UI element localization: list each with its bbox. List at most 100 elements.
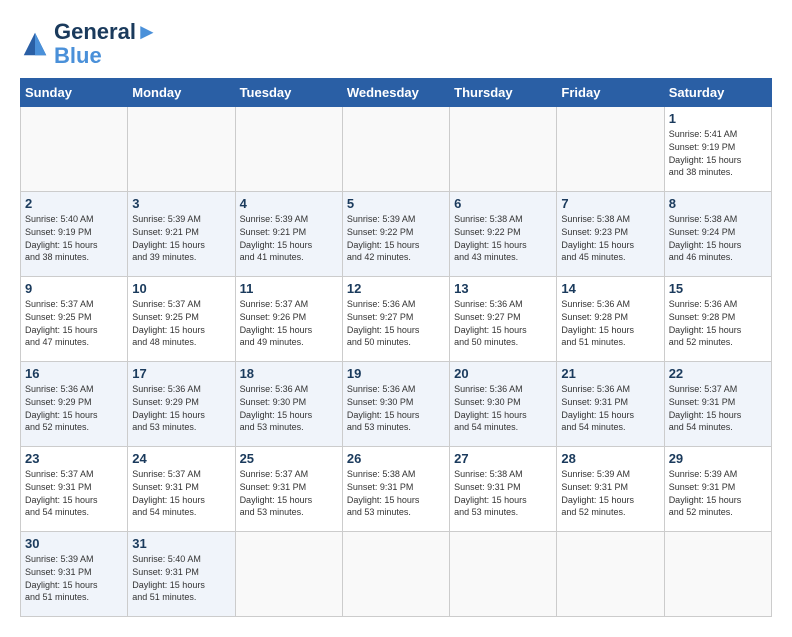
calendar-cell: 5Sunrise: 5:39 AM Sunset: 9:22 PM Daylig… bbox=[342, 192, 449, 277]
calendar-cell: 28Sunrise: 5:39 AM Sunset: 9:31 PM Dayli… bbox=[557, 447, 664, 532]
day-info: Sunrise: 5:39 AM Sunset: 9:22 PM Dayligh… bbox=[347, 213, 445, 263]
calendar-cell: 22 Sunrise: 5:37 AM Sunset: 9:31 PM Dayli… bbox=[664, 362, 771, 447]
calendar-cell: 17 Sunrise: 5:36 AM Sunset: 9:29 PM Dayli… bbox=[128, 362, 235, 447]
calendar-week-row: 9 Sunrise: 5:37 AM Sunset: 9:25 PM Daylig… bbox=[21, 277, 772, 362]
calendar-cell: 13 Sunrise: 5:36 AM Sunset: 9:27 PM Dayli… bbox=[450, 277, 557, 362]
day-info: Sunrise: 5:36 AM Sunset: 9:29 PM Dayligh… bbox=[25, 383, 123, 433]
day-info: Sunrise: 5:40 AM Sunset: 9:31 PM Dayligh… bbox=[132, 553, 230, 603]
calendar-table: SundayMondayTuesdayWednesdayThursdayFrid… bbox=[20, 78, 772, 617]
calendar-week-row: 1 Sunrise: 5:41 AM Sunset: 9:19 PM Daylig… bbox=[21, 107, 772, 192]
page-header: General► Blue bbox=[20, 20, 772, 68]
calendar-cell: 19 Sunrise: 5:36 AM Sunset: 9:30 PM Dayli… bbox=[342, 362, 449, 447]
day-number: 6 bbox=[454, 196, 552, 211]
day-info: Sunrise: 5:37 AM Sunset: 9:31 PM Dayligh… bbox=[132, 468, 230, 518]
calendar-header-row: SundayMondayTuesdayWednesdayThursdayFrid… bbox=[21, 79, 772, 107]
logo-text: General► Blue bbox=[54, 20, 158, 68]
day-of-week-header: Friday bbox=[557, 79, 664, 107]
day-info: Sunrise: 5:36 AM Sunset: 9:31 PM Dayligh… bbox=[561, 383, 659, 433]
day-info: Sunrise: 5:39 AM Sunset: 9:21 PM Dayligh… bbox=[240, 213, 338, 263]
day-number: 24 bbox=[132, 451, 230, 466]
calendar-cell: 1 Sunrise: 5:41 AM Sunset: 9:19 PM Daylig… bbox=[664, 107, 771, 192]
day-number: 17 bbox=[132, 366, 230, 381]
day-info: Sunrise: 5:36 AM Sunset: 9:27 PM Dayligh… bbox=[347, 298, 445, 348]
calendar-cell bbox=[235, 107, 342, 192]
logo-icon bbox=[20, 29, 50, 59]
day-number: 9 bbox=[25, 281, 123, 296]
day-number: 10 bbox=[132, 281, 230, 296]
calendar-cell: 12 Sunrise: 5:36 AM Sunset: 9:27 PM Dayli… bbox=[342, 277, 449, 362]
calendar-cell: 10 Sunrise: 5:37 AM Sunset: 9:25 PM Dayli… bbox=[128, 277, 235, 362]
day-number: 29 bbox=[669, 451, 767, 466]
day-number: 2 bbox=[25, 196, 123, 211]
day-number: 19 bbox=[347, 366, 445, 381]
calendar-week-row: 2 Sunrise: 5:40 AM Sunset: 9:19 PM Daylig… bbox=[21, 192, 772, 277]
calendar-week-row: 23 Sunrise: 5:37 AM Sunset: 9:31 PM Dayli… bbox=[21, 447, 772, 532]
day-info: Sunrise: 5:38 AM Sunset: 9:22 PM Dayligh… bbox=[454, 213, 552, 263]
calendar-cell: 30Sunrise: 5:39 AM Sunset: 9:31 PM Dayli… bbox=[21, 532, 128, 617]
calendar-cell: 31Sunrise: 5:40 AM Sunset: 9:31 PM Dayli… bbox=[128, 532, 235, 617]
day-info: Sunrise: 5:37 AM Sunset: 9:25 PM Dayligh… bbox=[132, 298, 230, 348]
day-number: 3 bbox=[132, 196, 230, 211]
calendar-cell bbox=[664, 532, 771, 617]
calendar-cell: 15Sunrise: 5:36 AM Sunset: 9:28 PM Dayli… bbox=[664, 277, 771, 362]
day-info: Sunrise: 5:36 AM Sunset: 9:30 PM Dayligh… bbox=[240, 383, 338, 433]
calendar-cell: 23 Sunrise: 5:37 AM Sunset: 9:31 PM Dayli… bbox=[21, 447, 128, 532]
day-number: 7 bbox=[561, 196, 659, 211]
day-info: Sunrise: 5:36 AM Sunset: 9:29 PM Dayligh… bbox=[132, 383, 230, 433]
day-info: Sunrise: 5:38 AM Sunset: 9:23 PM Dayligh… bbox=[561, 213, 659, 263]
calendar-cell bbox=[235, 532, 342, 617]
calendar-cell bbox=[557, 532, 664, 617]
calendar-week-row: 30Sunrise: 5:39 AM Sunset: 9:31 PM Dayli… bbox=[21, 532, 772, 617]
calendar-cell bbox=[450, 107, 557, 192]
calendar-cell: 21 Sunrise: 5:36 AM Sunset: 9:31 PM Dayli… bbox=[557, 362, 664, 447]
calendar-cell: 25Sunrise: 5:37 AM Sunset: 9:31 PM Dayli… bbox=[235, 447, 342, 532]
calendar-cell: 6 Sunrise: 5:38 AM Sunset: 9:22 PM Daylig… bbox=[450, 192, 557, 277]
day-number: 13 bbox=[454, 281, 552, 296]
day-info: Sunrise: 5:37 AM Sunset: 9:31 PM Dayligh… bbox=[669, 383, 767, 433]
calendar-cell bbox=[557, 107, 664, 192]
day-number: 23 bbox=[25, 451, 123, 466]
day-of-week-header: Tuesday bbox=[235, 79, 342, 107]
calendar-cell: 3 Sunrise: 5:39 AM Sunset: 9:21 PM Daylig… bbox=[128, 192, 235, 277]
day-info: Sunrise: 5:41 AM Sunset: 9:19 PM Dayligh… bbox=[669, 128, 767, 178]
day-info: Sunrise: 5:36 AM Sunset: 9:30 PM Dayligh… bbox=[347, 383, 445, 433]
day-info: Sunrise: 5:40 AM Sunset: 9:19 PM Dayligh… bbox=[25, 213, 123, 263]
calendar-cell: 16 Sunrise: 5:36 AM Sunset: 9:29 PM Dayli… bbox=[21, 362, 128, 447]
day-number: 16 bbox=[25, 366, 123, 381]
day-info: Sunrise: 5:37 AM Sunset: 9:26 PM Dayligh… bbox=[240, 298, 338, 348]
day-of-week-header: Thursday bbox=[450, 79, 557, 107]
day-info: Sunrise: 5:36 AM Sunset: 9:28 PM Dayligh… bbox=[561, 298, 659, 348]
calendar-cell: 29Sunrise: 5:39 AM Sunset: 9:31 PM Dayli… bbox=[664, 447, 771, 532]
day-info: Sunrise: 5:38 AM Sunset: 9:24 PM Dayligh… bbox=[669, 213, 767, 263]
calendar-cell bbox=[21, 107, 128, 192]
day-info: Sunrise: 5:39 AM Sunset: 9:31 PM Dayligh… bbox=[561, 468, 659, 518]
day-number: 21 bbox=[561, 366, 659, 381]
calendar-cell: 8 Sunrise: 5:38 AM Sunset: 9:24 PM Daylig… bbox=[664, 192, 771, 277]
day-number: 14 bbox=[561, 281, 659, 296]
day-number: 15 bbox=[669, 281, 767, 296]
day-number: 12 bbox=[347, 281, 445, 296]
day-info: Sunrise: 5:38 AM Sunset: 9:31 PM Dayligh… bbox=[454, 468, 552, 518]
calendar-cell: 24 Sunrise: 5:37 AM Sunset: 9:31 PM Dayli… bbox=[128, 447, 235, 532]
day-info: Sunrise: 5:39 AM Sunset: 9:21 PM Dayligh… bbox=[132, 213, 230, 263]
day-info: Sunrise: 5:38 AM Sunset: 9:31 PM Dayligh… bbox=[347, 468, 445, 518]
day-of-week-header: Monday bbox=[128, 79, 235, 107]
logo: General► Blue bbox=[20, 20, 158, 68]
day-number: 8 bbox=[669, 196, 767, 211]
calendar-body: 1 Sunrise: 5:41 AM Sunset: 9:19 PM Daylig… bbox=[21, 107, 772, 617]
day-number: 1 bbox=[669, 111, 767, 126]
day-info: Sunrise: 5:37 AM Sunset: 9:31 PM Dayligh… bbox=[25, 468, 123, 518]
day-number: 20 bbox=[454, 366, 552, 381]
day-info: Sunrise: 5:36 AM Sunset: 9:27 PM Dayligh… bbox=[454, 298, 552, 348]
day-number: 22 bbox=[669, 366, 767, 381]
day-number: 30 bbox=[25, 536, 123, 551]
day-number: 26 bbox=[347, 451, 445, 466]
calendar-cell: 20 Sunrise: 5:36 AM Sunset: 9:30 PM Dayli… bbox=[450, 362, 557, 447]
calendar-cell: 9Sunrise: 5:37 AM Sunset: 9:25 PM Daylig… bbox=[21, 277, 128, 362]
calendar-cell: 2 Sunrise: 5:40 AM Sunset: 9:19 PM Daylig… bbox=[21, 192, 128, 277]
day-of-week-header: Wednesday bbox=[342, 79, 449, 107]
calendar-cell bbox=[342, 532, 449, 617]
calendar-week-row: 16 Sunrise: 5:36 AM Sunset: 9:29 PM Dayli… bbox=[21, 362, 772, 447]
day-number: 18 bbox=[240, 366, 338, 381]
day-info: Sunrise: 5:36 AM Sunset: 9:30 PM Dayligh… bbox=[454, 383, 552, 433]
